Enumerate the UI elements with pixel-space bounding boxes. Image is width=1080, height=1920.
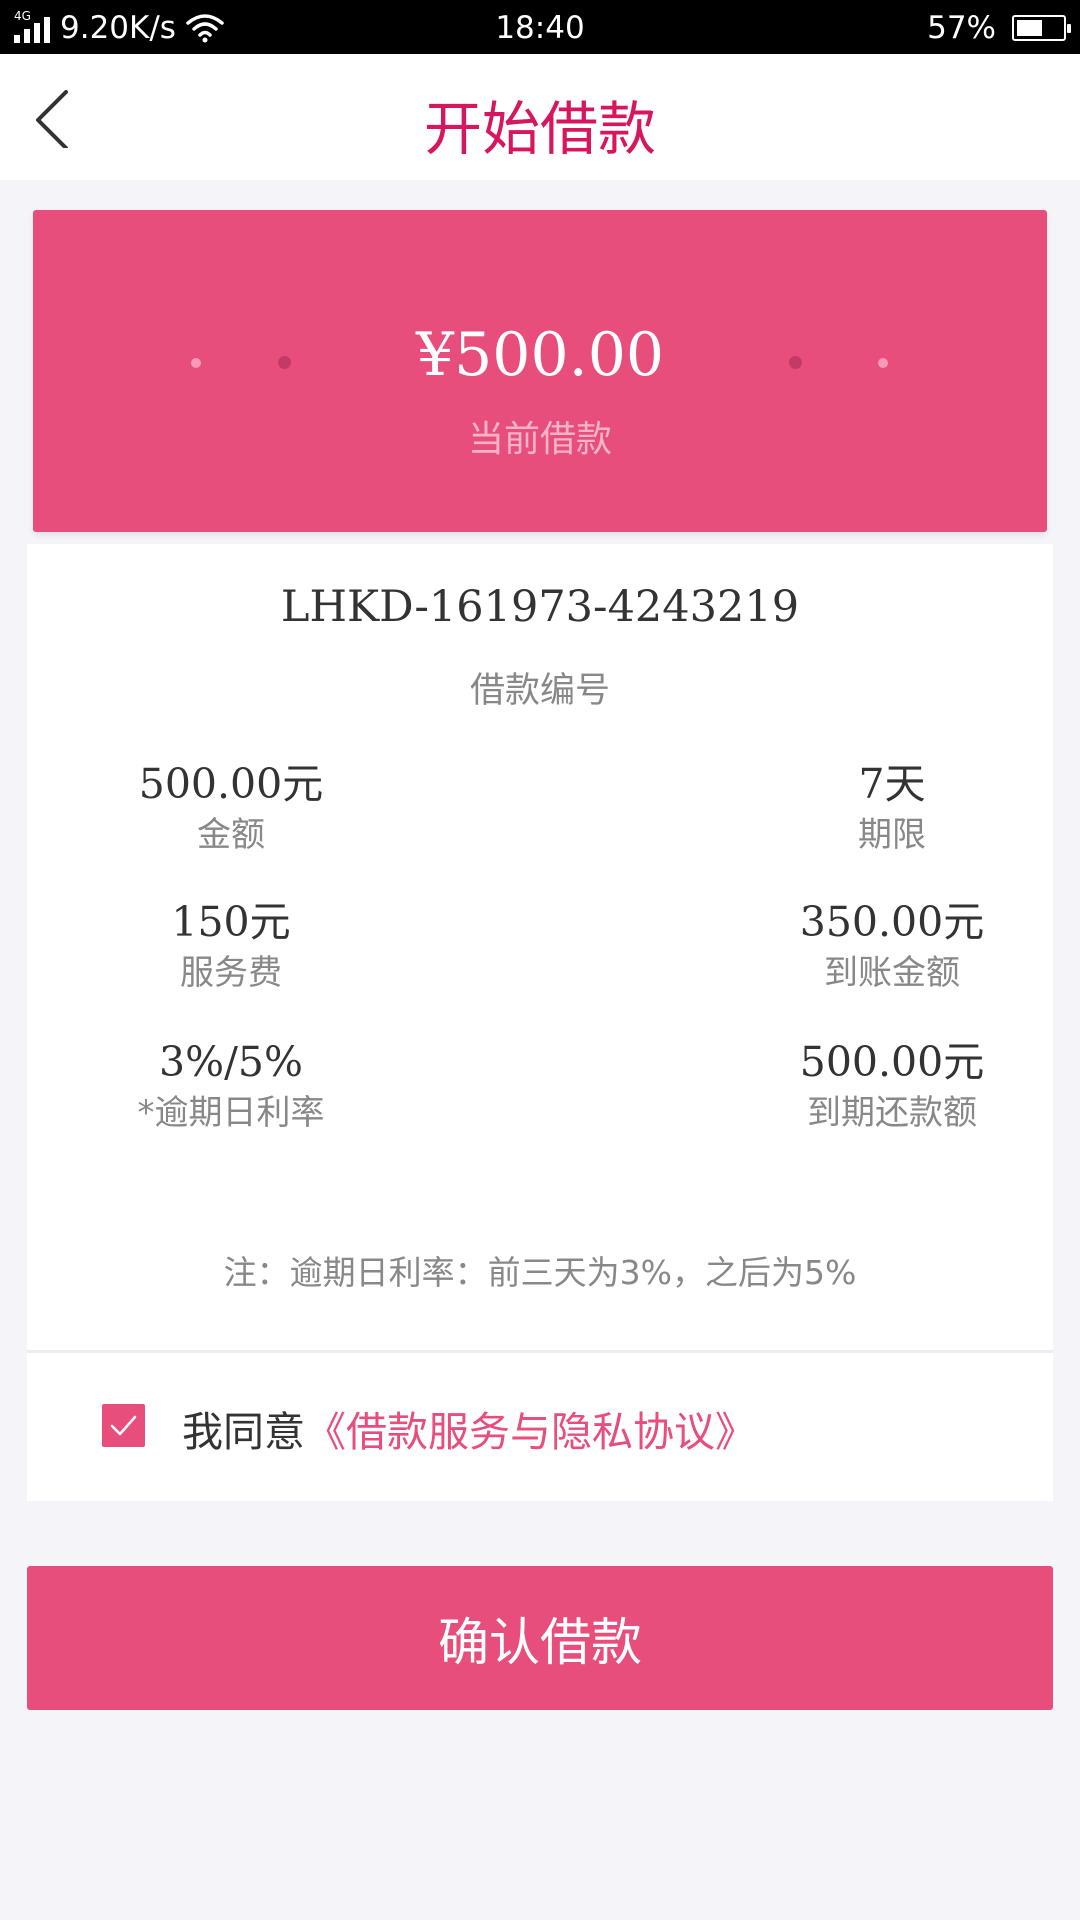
loan-number-label: 借款编号 — [469, 671, 610, 711]
loan-number: LHKD-161973-4243219 — [280, 582, 800, 632]
status-bar-right: 57% — [927, 8, 1071, 48]
loan-amount-card: ¥500.00 当前借款 — [33, 210, 1047, 532]
stat-value: 150元 — [171, 898, 291, 946]
clock: 18:40 — [495, 10, 585, 46]
nav-bar: 开始借款 — [0, 54, 1080, 180]
loan-details-card: LHKD-161973-4243219 借款编号 500.00元 金额 7天 期… — [27, 544, 1053, 1350]
stat-label: 到期还款额 — [807, 1093, 977, 1133]
agreement-prefix: 我同意 — [182, 1408, 305, 1456]
agreement-row: 我同意《借款服务与隐私协议》 — [27, 1353, 1053, 1501]
stat-service-fee: 150元 服务费 — [71, 896, 391, 998]
current-loan-amount: ¥500.00 — [415, 320, 665, 390]
stat-repayment-amount: 500.00元 到期还款额 — [732, 1036, 1052, 1138]
stat-overdue-rate: 3%/5% *逾期日利率 — [71, 1036, 391, 1138]
current-loan-label: 当前借款 — [467, 419, 612, 460]
agreement-text: 我同意《借款服务与隐私协议》 — [182, 1398, 756, 1458]
battery-percent: 57% — [927, 10, 996, 46]
agreement-link[interactable]: 《借款服务与隐私协议》 — [305, 1408, 756, 1456]
stat-value: 3%/5% — [159, 1038, 303, 1086]
stat-term: 7天 期限 — [732, 758, 1052, 860]
stat-label: 金额 — [197, 815, 265, 855]
stat-label: 到账金额 — [824, 953, 960, 993]
stat-value: 500.00元 — [799, 1038, 985, 1086]
stat-amount: 500.00元 金额 — [71, 758, 391, 860]
stat-label: 期限 — [858, 815, 926, 855]
confirm-loan-button[interactable]: 确认借款 — [27, 1566, 1053, 1710]
stat-received-amount: 350.00元 到账金额 — [732, 896, 1052, 998]
battery-icon — [1012, 15, 1071, 41]
stat-label: *逾期日利率 — [137, 1093, 325, 1133]
stat-label: 服务费 — [180, 953, 282, 993]
battery-fill — [1017, 20, 1042, 36]
page-title: 开始借款 — [423, 95, 656, 163]
stat-value: 500.00元 — [138, 760, 324, 808]
status-bar: 4G 9.20K/s 18:40 57% — [0, 0, 1080, 54]
overdue-rate-note: 注：逾期日利率：前三天为3%，之后为5% — [223, 1253, 857, 1292]
stat-value: 350.00元 — [799, 898, 985, 946]
agreement-checkbox[interactable] — [102, 1404, 145, 1447]
check-icon — [110, 1415, 137, 1436]
stat-value: 7天 — [858, 760, 926, 808]
